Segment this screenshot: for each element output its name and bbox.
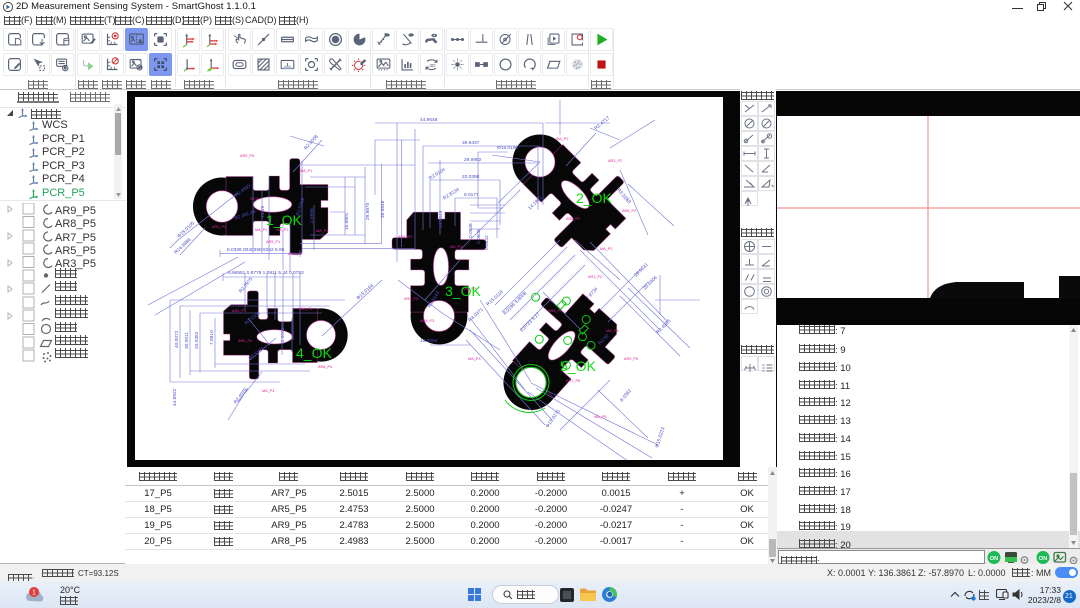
svg-text:R4.0371: R4.0371 <box>467 307 485 324</box>
svg-text:R2.9104: R2.9104 <box>428 167 447 182</box>
svg-text:5.96551 0.8778 1.0911 5.34 0.0: 5.96551 0.8778 1.0911 5.34 0.0783 <box>228 270 304 276</box>
svg-text:MA_P3: MA_P3 <box>450 245 462 249</box>
svg-text:AR8_P3: AR8_P3 <box>420 319 434 323</box>
svg-text:2_OK: 2_OK <box>576 190 612 206</box>
svg-text:1_OK: 1_OK <box>266 212 302 228</box>
svg-text:AR3_P5: AR3_P5 <box>548 309 562 313</box>
svg-text:R2.4: R2.4 <box>250 197 258 201</box>
svg-text:R14.9886: R14.9886 <box>173 237 193 256</box>
svg-text:AR9_P5: AR9_P5 <box>624 357 638 361</box>
svg-text:7.9734: 7.9734 <box>585 286 599 301</box>
svg-text:Φ15.0271: Φ15.0271 <box>545 408 562 429</box>
svg-text:MA_P2: MA_P2 <box>600 247 612 251</box>
svg-text:10.0040: 10.0040 <box>280 327 286 345</box>
svg-text:MA_P1: MA_P1 <box>300 169 312 173</box>
svg-text:5_OK: 5_OK <box>560 358 596 374</box>
svg-text:2.5996: 2.5996 <box>309 208 315 223</box>
svg-text:AR7_P5: AR7_P5 <box>566 379 580 383</box>
svg-text:MA_P4: MA_P4 <box>262 389 274 393</box>
svg-text:14.1901: 14.1901 <box>527 195 544 212</box>
svg-text:MA_P4: MA_P4 <box>300 307 312 311</box>
svg-text:R2.8134: R2.8134 <box>442 187 461 202</box>
svg-text:7.9810: 7.9810 <box>209 330 215 345</box>
svg-text:39.9437: 39.9437 <box>462 140 480 146</box>
svg-text:Φ15.0190: Φ15.0190 <box>497 145 518 151</box>
svg-text:R2.4983: R2.4983 <box>655 318 672 335</box>
svg-text:16.9801: 16.9801 <box>344 212 350 230</box>
svg-text:Φ15.0223: Φ15.0223 <box>654 426 666 448</box>
svg-text:Φ15.0105: Φ15.0105 <box>176 220 196 239</box>
svg-text:ON: ON <box>1039 556 1047 562</box>
svg-text:8.0177: 8.0177 <box>464 192 479 198</box>
svg-text:4_OK: 4_OK <box>296 345 332 361</box>
svg-text:8.0336 0040398 9262 5.96: 8.0336 0040398 9262 5.96 <box>227 247 285 253</box>
svg-text:AR2_P1: AR2_P1 <box>212 225 226 229</box>
svg-text:AR2_P3: AR2_P3 <box>404 297 418 301</box>
svg-text:MA_P5: MA_P5 <box>606 329 618 333</box>
svg-text:20.0406: 20.0406 <box>642 275 659 292</box>
svg-text:20.0352: 20.0352 <box>194 331 200 349</box>
svg-text:MA_P1: MA_P1 <box>276 228 288 232</box>
svg-text:R2.4929: R2.4929 <box>233 387 249 405</box>
svg-text:30.0011: 30.0011 <box>184 332 190 349</box>
svg-text:MA_P3: MA_P3 <box>468 357 480 361</box>
svg-text:39.9648: 39.9648 <box>380 200 386 218</box>
svg-text:AR7_P1: AR7_P1 <box>288 252 302 256</box>
svg-text:15.0054: 15.0054 <box>420 338 438 344</box>
svg-text:0.0608: 0.0608 <box>476 229 482 244</box>
svg-text:AR8_P2: AR8_P2 <box>622 209 636 213</box>
svg-text:MA_P5: MA_P5 <box>594 415 606 419</box>
svg-text:29.9902: 29.9902 <box>464 157 482 163</box>
svg-text:MA_P2: MA_P2 <box>556 137 568 141</box>
svg-text:Φ15.0164: Φ15.0164 <box>355 283 375 302</box>
svg-text:0.0508: 0.0508 <box>468 223 474 238</box>
svg-text:R2.5008: R2.5008 <box>303 134 320 152</box>
svg-text:29.9870: 29.9870 <box>365 202 371 220</box>
svg-text:0.0442: 0.0442 <box>484 235 490 250</box>
svg-text:ON: ON <box>990 556 998 562</box>
svg-text:MA_P1: MA_P1 <box>255 228 267 232</box>
svg-text:8.0382: 8.0382 <box>619 388 633 403</box>
svg-text:0.0723 5.17: 0.0723 5.17 <box>519 311 541 333</box>
svg-text:44.9648: 44.9648 <box>420 117 438 123</box>
svg-text:AR4_P3: AR4_P3 <box>398 235 412 239</box>
svg-text:AR4_P4: AR4_P4 <box>232 309 246 313</box>
svg-text:AR5_P2: AR5_P2 <box>566 217 580 221</box>
svg-text:29.9631: 29.9631 <box>633 262 650 279</box>
svg-text:AR5_P1: AR5_P1 <box>266 240 280 244</box>
svg-text:AR9_P5: AR9_P5 <box>240 154 254 158</box>
svg-text:44.9649: 44.9649 <box>438 210 444 228</box>
svg-text:MA_P1: MA_P1 <box>316 229 328 233</box>
svg-text:AR8_P4: AR8_P4 <box>318 365 332 369</box>
svg-text:AR3_P2: AR3_P2 <box>608 159 622 163</box>
svg-text:1: 1 <box>32 590 36 597</box>
svg-text:AR6_P4: AR6_P4 <box>238 339 252 343</box>
svg-text:44.9922: 44.9922 <box>172 388 178 406</box>
svg-text:R2.5268: R2.5268 <box>615 187 631 205</box>
svg-text:20.0398: 20.0398 <box>462 174 480 180</box>
svg-text:3D: 3D <box>429 63 436 69</box>
svg-text:AR1_P2: AR1_P2 <box>588 275 602 279</box>
svg-text:3_OK: 3_OK <box>445 283 481 299</box>
svg-text:40.0072: 40.0072 <box>174 330 180 348</box>
